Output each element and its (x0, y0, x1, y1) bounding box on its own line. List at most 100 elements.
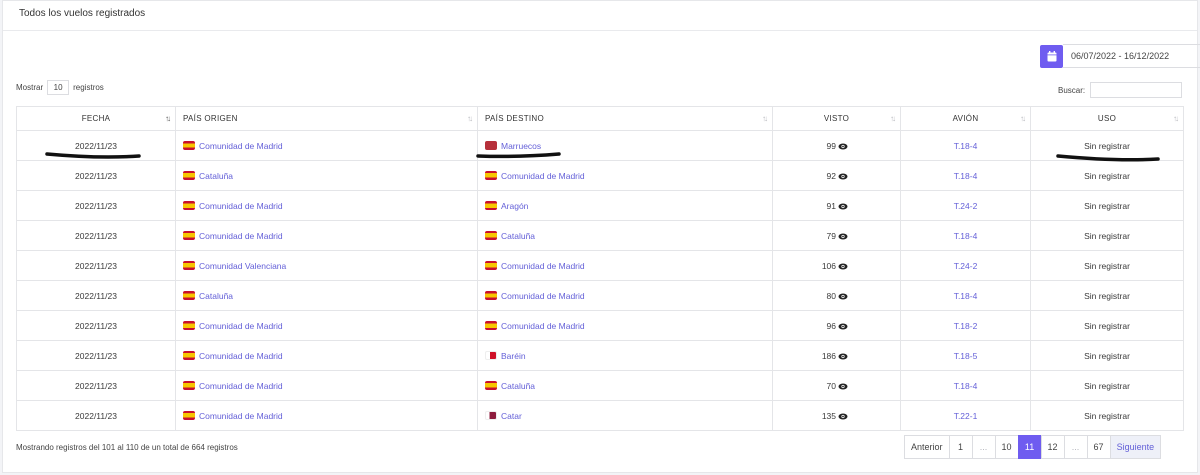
destino-link[interactable]: Catar (501, 411, 522, 421)
eye-icon (838, 173, 848, 179)
destino-link[interactable]: Cataluña (501, 231, 535, 241)
destino-link[interactable]: Comunidad de Madrid (501, 291, 585, 301)
cell-visto: 80 (772, 280, 901, 311)
flag-icon (183, 410, 195, 420)
date-range-input[interactable]: 06/07/2022 - 16/12/2022 (1063, 44, 1200, 68)
avion-link[interactable]: T.18-5 (954, 351, 978, 361)
table-header-row: FECHA ↑↓ PAÍS ORIGEN ↑↓ PAÍS DESTINO ↑↓ VIS… (16, 106, 1184, 131)
flag-icon (485, 140, 497, 150)
cell-pais-destino: Comunidad de Madrid (477, 250, 773, 281)
table-row: 2022/11/23 Comunidad de Madrid Cataluña 79 T… (16, 220, 1184, 251)
avion-link[interactable]: T.24-2 (954, 201, 978, 211)
col-header-visto[interactable]: VISTO ↑↓ (772, 106, 901, 131)
destino-link[interactable]: Baréin (501, 351, 526, 361)
origen-link[interactable]: Comunidad de Madrid (199, 381, 283, 391)
col-header-pais-origen[interactable]: PAÍS ORIGEN ↑↓ (175, 106, 478, 131)
pagination-page-active[interactable]: 11 (1017, 435, 1042, 459)
origen-link[interactable]: Comunidad de Madrid (199, 201, 283, 211)
avion-link[interactable]: T.18-4 (954, 381, 978, 391)
table-row: 2022/11/23 Comunidad de Madrid Comunidad d… (16, 310, 1184, 341)
flag-icon (485, 320, 497, 330)
cell-pais-destino: Cataluña (477, 370, 773, 401)
destino-link[interactable]: Comunidad de Madrid (501, 171, 585, 181)
cell-avion: T.24-2 (900, 190, 1031, 221)
origen-link[interactable]: Comunidad de Madrid (199, 231, 283, 241)
cell-uso: Sin registrar (1030, 280, 1184, 311)
cell-fecha: 2022/11/23 (16, 160, 176, 191)
cell-uso: Sin registrar (1030, 310, 1184, 341)
flag-icon (485, 170, 497, 180)
cell-avion: T.24-2 (900, 250, 1031, 281)
destino-link[interactable]: Aragón (501, 201, 528, 211)
cell-pais-origen: Comunidad de Madrid (175, 220, 478, 251)
cell-visto: 135 (772, 400, 901, 431)
cell-pais-destino: Cataluña (477, 220, 773, 251)
search-label: Buscar: (1058, 85, 1086, 95)
destino-link[interactable]: Comunidad de Madrid (501, 261, 585, 271)
avion-link[interactable]: T.18-4 (954, 141, 978, 151)
table-row: 2022/11/23 Cataluña Comunidad de Madrid 80 T… (16, 280, 1184, 311)
col-header-uso[interactable]: USO ↑↓ (1030, 106, 1184, 131)
cell-fecha: 2022/11/23 (16, 280, 176, 311)
avion-link[interactable]: T.22-1 (954, 411, 978, 421)
cell-fecha: 2022/11/23 (16, 130, 176, 161)
pagination-page[interactable]: 67 (1086, 435, 1111, 459)
pagination-page[interactable]: 1 (948, 435, 973, 459)
eye-icon (838, 353, 848, 359)
avion-link[interactable]: T.18-4 (954, 171, 978, 181)
avion-link[interactable]: T.18-4 (954, 231, 978, 241)
page-length-select[interactable]: 10 (47, 80, 70, 95)
avion-link[interactable]: T.24-2 (954, 261, 978, 271)
cell-pais-destino: Marruecos (477, 130, 773, 161)
search-input[interactable] (1090, 82, 1183, 98)
col-header-avion[interactable]: AVIÓN ↑↓ (900, 106, 1031, 131)
col-header-pais-destino[interactable]: PAÍS DESTINO ↑↓ (477, 106, 773, 131)
cell-avion: T.18-4 (900, 130, 1031, 161)
origen-link[interactable]: Cataluña (199, 171, 233, 181)
destino-link[interactable]: Comunidad de Madrid (501, 321, 585, 331)
cell-uso: Sin registrar (1030, 190, 1184, 221)
cell-pais-destino: Comunidad de Madrid (477, 310, 773, 341)
origen-link[interactable]: Comunidad de Madrid (199, 321, 283, 331)
cell-pais-origen: Comunidad de Madrid (175, 130, 478, 161)
flag-icon (485, 350, 497, 360)
origen-link[interactable]: Comunidad de Madrid (199, 351, 283, 361)
col-header-fecha[interactable]: FECHA ↑↓ (16, 106, 176, 131)
eye-icon (838, 143, 848, 149)
date-range-picker[interactable]: 06/07/2022 - 16/12/2022 (1040, 44, 1200, 68)
flag-icon (183, 320, 195, 330)
cell-visto: 70 (772, 370, 901, 401)
destino-link[interactable]: Cataluña (501, 381, 535, 391)
cell-uso: Sin registrar (1030, 160, 1184, 191)
pagination-page[interactable]: 12 (1040, 435, 1065, 459)
flag-icon (183, 380, 195, 390)
origen-link[interactable]: Comunidad de Madrid (199, 141, 283, 151)
sort-arrows-icon: ↑↓ (1020, 114, 1026, 123)
pagination-ellipsis: ... (971, 435, 996, 459)
origen-link[interactable]: Cataluña (199, 291, 233, 301)
length-suffix: registros (73, 83, 104, 92)
table-row: 2022/11/23 Comunidad de Madrid Baréin 186 T.… (16, 340, 1184, 371)
cell-uso: Sin registrar (1030, 340, 1184, 371)
pagination-next[interactable]: Siguiente (1109, 435, 1162, 459)
calendar-button[interactable] (1040, 44, 1063, 68)
cell-pais-origen: Cataluña (175, 160, 478, 191)
pagination-ellipsis: ... (1063, 435, 1088, 459)
flag-icon (183, 230, 195, 240)
card-title: Todos los vuelos registrados (3, 1, 1197, 31)
pagination-page[interactable]: 10 (994, 435, 1019, 459)
sort-arrows-icon: ↑↓ (890, 114, 896, 123)
cell-pais-destino: Baréin (477, 340, 773, 371)
flag-icon (183, 350, 195, 360)
destino-link[interactable]: Marruecos (501, 141, 541, 151)
cell-visto: 91 (772, 190, 901, 221)
origen-link[interactable]: Comunidad de Madrid (199, 411, 283, 421)
eye-icon (838, 413, 848, 419)
pagination-prev[interactable]: Anterior (904, 435, 950, 459)
avion-link[interactable]: T.18-4 (954, 291, 978, 301)
cell-pais-destino: Comunidad de Madrid (477, 160, 773, 191)
origen-link[interactable]: Comunidad Valenciana (199, 261, 286, 271)
calendar-icon (1047, 50, 1056, 61)
avion-link[interactable]: T.18-2 (954, 321, 978, 331)
cell-visto: 96 (772, 310, 901, 341)
